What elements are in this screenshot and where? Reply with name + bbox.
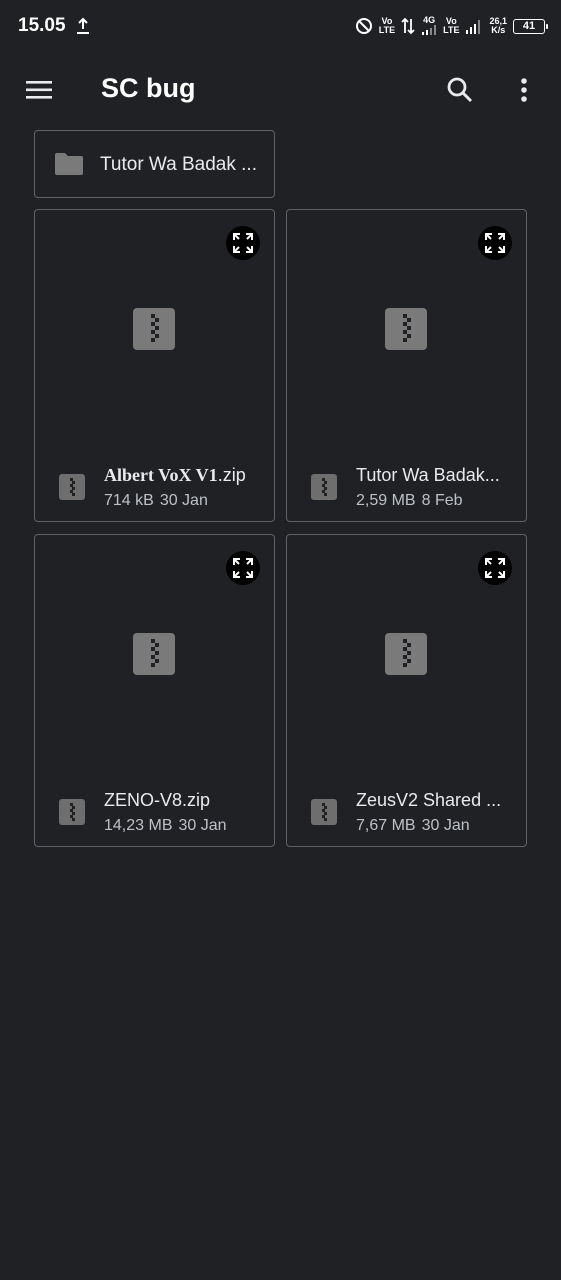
file-meta: 714 kB 30 Jan (104, 492, 208, 509)
data-transfer-icon (401, 17, 415, 35)
file-card[interactable]: Tutor Wa Badak... 2,59 MB 8 Feb (286, 209, 527, 522)
status-time: 15.05 (18, 15, 66, 36)
file-name: Albert VoX V1.zip (104, 465, 246, 485)
zip-preview-icon (133, 308, 175, 350)
network-speed: 26,1 K/s (489, 16, 507, 35)
folder-icon (55, 153, 83, 175)
file-card[interactable]: ZeusV2 Shared ... 7,67 MB 30 Jan (286, 534, 527, 847)
zip-icon (59, 799, 85, 825)
page-title: SC bug (101, 73, 196, 103)
volte-2-indicator: Vo LTE (443, 16, 460, 35)
zip-preview-icon (385, 308, 427, 350)
network-type-indicator: 4G (421, 15, 437, 37)
file-card[interactable]: ZENO-V8.zip 14,23 MB 30 Jan (34, 534, 275, 847)
expand-preview-button[interactable] (478, 226, 512, 260)
do-not-disturb-icon (355, 18, 372, 34)
expand-preview-button[interactable] (478, 551, 512, 585)
zip-icon (311, 799, 337, 825)
volte-1-indicator: Vo LTE (378, 16, 396, 35)
fullscreen-icon (485, 558, 505, 578)
file-meta: 7,67 MB 30 Jan (356, 817, 470, 834)
expand-preview-button[interactable] (226, 226, 260, 260)
upload-icon (76, 17, 89, 34)
zip-preview-icon (385, 633, 427, 675)
signal-1-icon (422, 24, 437, 35)
fullscreen-icon (233, 558, 253, 578)
signal-2-icon (466, 20, 481, 34)
file-name: Tutor Wa Badak... (356, 465, 500, 485)
file-name: ZENO-V8.zip (104, 790, 211, 810)
file-meta: 2,59 MB 8 Feb (356, 492, 463, 509)
folder-name: Tutor Wa Badak ... (100, 154, 257, 175)
zip-icon (59, 474, 85, 500)
search-icon[interactable] (444, 74, 476, 106)
more-vert-icon[interactable] (512, 74, 536, 106)
app-bar: SC bug (0, 58, 561, 122)
status-bar: 15.05 Vo LTE 4G Vo LTE 26,1 K/s 41 (0, 0, 561, 52)
zip-icon (311, 474, 337, 500)
folder-item[interactable]: Tutor Wa Badak ... (34, 130, 275, 198)
file-name: ZeusV2 Shared ... (356, 790, 502, 810)
expand-preview-button[interactable] (226, 551, 260, 585)
fullscreen-icon (233, 233, 253, 253)
battery-icon: 41 (513, 18, 548, 34)
hamburger-menu-icon[interactable] (24, 76, 54, 104)
zip-preview-icon (133, 633, 175, 675)
fullscreen-icon (485, 233, 505, 253)
file-card[interactable]: Albert VoX V1.zip 714 kB 30 Jan (34, 209, 275, 522)
file-meta: 14,23 MB 30 Jan (104, 817, 227, 834)
